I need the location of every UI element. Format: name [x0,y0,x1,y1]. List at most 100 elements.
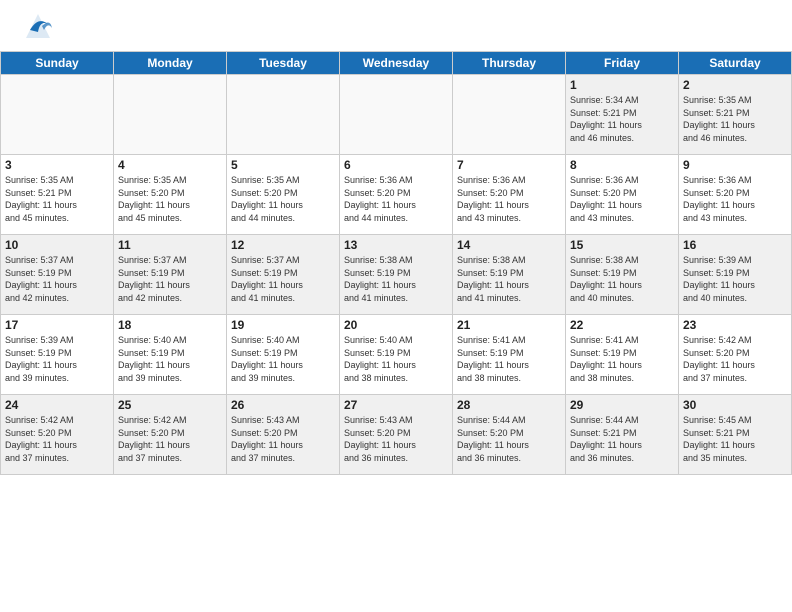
day-cell: 20 Sunrise: 5:40 AM Sunset: 5:19 PM Dayli… [340,315,453,395]
day-info: Sunrise: 5:37 AM Sunset: 5:19 PM Dayligh… [5,254,109,304]
day-info: Sunrise: 5:42 AM Sunset: 5:20 PM Dayligh… [5,414,109,464]
day-cell: 6 Sunrise: 5:36 AM Sunset: 5:20 PM Daylig… [340,155,453,235]
day-cell [453,75,566,155]
day-number: 25 [118,398,222,412]
day-info: Sunrise: 5:39 AM Sunset: 5:19 PM Dayligh… [5,334,109,384]
weekday-friday: Friday [566,52,679,75]
day-info: Sunrise: 5:35 AM Sunset: 5:20 PM Dayligh… [118,174,222,224]
day-cell: 29Sunrise: 5:44 AM Sunset: 5:21 PM Dayli… [566,395,679,475]
day-number: 9 [683,158,787,172]
day-cell: 28 Sunrise: 5:44 AM Sunset: 5:20 PM Dayli… [453,395,566,475]
day-number: 22 [570,318,674,332]
day-cell [114,75,227,155]
day-info: Sunrise: 5:36 AM Sunset: 5:20 PM Dayligh… [344,174,448,224]
day-number: 7 [457,158,561,172]
day-number: 13 [344,238,448,252]
day-info: Sunrise: 5:43 AM Sunset: 5:20 PM Dayligh… [344,414,448,464]
week-row-5: 24Sunrise: 5:42 AM Sunset: 5:20 PM Dayli… [1,395,792,475]
day-cell: 7Sunrise: 5:36 AM Sunset: 5:20 PM Daylig… [453,155,566,235]
day-info: Sunrise: 5:38 AM Sunset: 5:19 PM Dayligh… [344,254,448,304]
day-number: 4 [118,158,222,172]
header [0,0,792,51]
day-info: Sunrise: 5:39 AM Sunset: 5:19 PM Dayligh… [683,254,787,304]
day-cell: 3 Sunrise: 5:35 AM Sunset: 5:21 PM Daylig… [1,155,114,235]
day-cell: 21 Sunrise: 5:41 AM Sunset: 5:19 PM Dayli… [453,315,566,395]
day-number: 28 [457,398,561,412]
day-number: 27 [344,398,448,412]
day-number: 21 [457,318,561,332]
day-cell: 1 Sunrise: 5:34 AM Sunset: 5:21 PM Daylig… [566,75,679,155]
day-number: 3 [5,158,109,172]
day-number: 2 [683,78,787,92]
weekday-monday: Monday [114,52,227,75]
day-number: 14 [457,238,561,252]
weekday-thursday: Thursday [453,52,566,75]
day-number: 20 [344,318,448,332]
day-info: Sunrise: 5:37 AM Sunset: 5:19 PM Dayligh… [231,254,335,304]
page-wrapper: SundayMondayTuesdayWednesdayThursdayFrid… [0,0,792,475]
day-info: Sunrise: 5:40 AM Sunset: 5:19 PM Dayligh… [344,334,448,384]
day-cell: 23 Sunrise: 5:42 AM Sunset: 5:20 PM Dayli… [679,315,792,395]
day-info: Sunrise: 5:35 AM Sunset: 5:21 PM Dayligh… [683,94,787,144]
day-number: 6 [344,158,448,172]
day-info: Sunrise: 5:40 AM Sunset: 5:19 PM Dayligh… [231,334,335,384]
day-cell: 4 Sunrise: 5:35 AM Sunset: 5:20 PM Daylig… [114,155,227,235]
day-number: 1 [570,78,674,92]
day-cell: 25Sunrise: 5:42 AM Sunset: 5:20 PM Dayli… [114,395,227,475]
day-cell: 19 Sunrise: 5:40 AM Sunset: 5:19 PM Dayli… [227,315,340,395]
logo [20,10,60,46]
day-cell: 18 Sunrise: 5:40 AM Sunset: 5:19 PM Dayli… [114,315,227,395]
day-cell: 15Sunrise: 5:38 AM Sunset: 5:19 PM Dayli… [566,235,679,315]
day-info: Sunrise: 5:42 AM Sunset: 5:20 PM Dayligh… [683,334,787,384]
day-number: 17 [5,318,109,332]
day-cell: 14 Sunrise: 5:38 AM Sunset: 5:19 PM Dayli… [453,235,566,315]
day-cell: 10 Sunrise: 5:37 AM Sunset: 5:19 PM Dayli… [1,235,114,315]
week-row-2: 3 Sunrise: 5:35 AM Sunset: 5:21 PM Daylig… [1,155,792,235]
day-cell [1,75,114,155]
day-info: Sunrise: 5:41 AM Sunset: 5:19 PM Dayligh… [457,334,561,384]
day-cell: 16 Sunrise: 5:39 AM Sunset: 5:19 PM Dayli… [679,235,792,315]
day-number: 10 [5,238,109,252]
day-info: Sunrise: 5:35 AM Sunset: 5:21 PM Dayligh… [5,174,109,224]
day-cell: 2 Sunrise: 5:35 AM Sunset: 5:21 PM Daylig… [679,75,792,155]
day-number: 29 [570,398,674,412]
weekday-header-row: SundayMondayTuesdayWednesdayThursdayFrid… [1,52,792,75]
logo-icon [20,10,56,46]
day-info: Sunrise: 5:40 AM Sunset: 5:19 PM Dayligh… [118,334,222,384]
day-info: Sunrise: 5:36 AM Sunset: 5:20 PM Dayligh… [683,174,787,224]
day-info: Sunrise: 5:44 AM Sunset: 5:20 PM Dayligh… [457,414,561,464]
day-number: 19 [231,318,335,332]
day-number: 5 [231,158,335,172]
weekday-wednesday: Wednesday [340,52,453,75]
week-row-1: 1 Sunrise: 5:34 AM Sunset: 5:21 PM Daylig… [1,75,792,155]
day-number: 16 [683,238,787,252]
weekday-tuesday: Tuesday [227,52,340,75]
day-info: Sunrise: 5:45 AM Sunset: 5:21 PM Dayligh… [683,414,787,464]
day-info: Sunrise: 5:37 AM Sunset: 5:19 PM Dayligh… [118,254,222,304]
day-cell: 11 Sunrise: 5:37 AM Sunset: 5:19 PM Dayli… [114,235,227,315]
day-number: 11 [118,238,222,252]
day-info: Sunrise: 5:41 AM Sunset: 5:19 PM Dayligh… [570,334,674,384]
day-info: Sunrise: 5:36 AM Sunset: 5:20 PM Dayligh… [570,174,674,224]
day-cell: 30Sunrise: 5:45 AM Sunset: 5:21 PM Dayli… [679,395,792,475]
day-cell: 27 Sunrise: 5:43 AM Sunset: 5:20 PM Dayli… [340,395,453,475]
week-row-3: 10 Sunrise: 5:37 AM Sunset: 5:19 PM Dayli… [1,235,792,315]
day-cell: 13 Sunrise: 5:38 AM Sunset: 5:19 PM Dayli… [340,235,453,315]
day-info: Sunrise: 5:38 AM Sunset: 5:19 PM Dayligh… [457,254,561,304]
day-cell: 9 Sunrise: 5:36 AM Sunset: 5:20 PM Daylig… [679,155,792,235]
day-number: 8 [570,158,674,172]
day-cell: 26 Sunrise: 5:43 AM Sunset: 5:20 PM Dayli… [227,395,340,475]
day-info: Sunrise: 5:43 AM Sunset: 5:20 PM Dayligh… [231,414,335,464]
day-cell: 12 Sunrise: 5:37 AM Sunset: 5:19 PM Dayli… [227,235,340,315]
day-number: 23 [683,318,787,332]
week-row-4: 17 Sunrise: 5:39 AM Sunset: 5:19 PM Dayli… [1,315,792,395]
day-number: 26 [231,398,335,412]
day-number: 18 [118,318,222,332]
day-info: Sunrise: 5:35 AM Sunset: 5:20 PM Dayligh… [231,174,335,224]
day-info: Sunrise: 5:34 AM Sunset: 5:21 PM Dayligh… [570,94,674,144]
day-cell: 8 Sunrise: 5:36 AM Sunset: 5:20 PM Daylig… [566,155,679,235]
day-cell [340,75,453,155]
day-number: 15 [570,238,674,252]
day-cell: 5 Sunrise: 5:35 AM Sunset: 5:20 PM Daylig… [227,155,340,235]
day-number: 12 [231,238,335,252]
